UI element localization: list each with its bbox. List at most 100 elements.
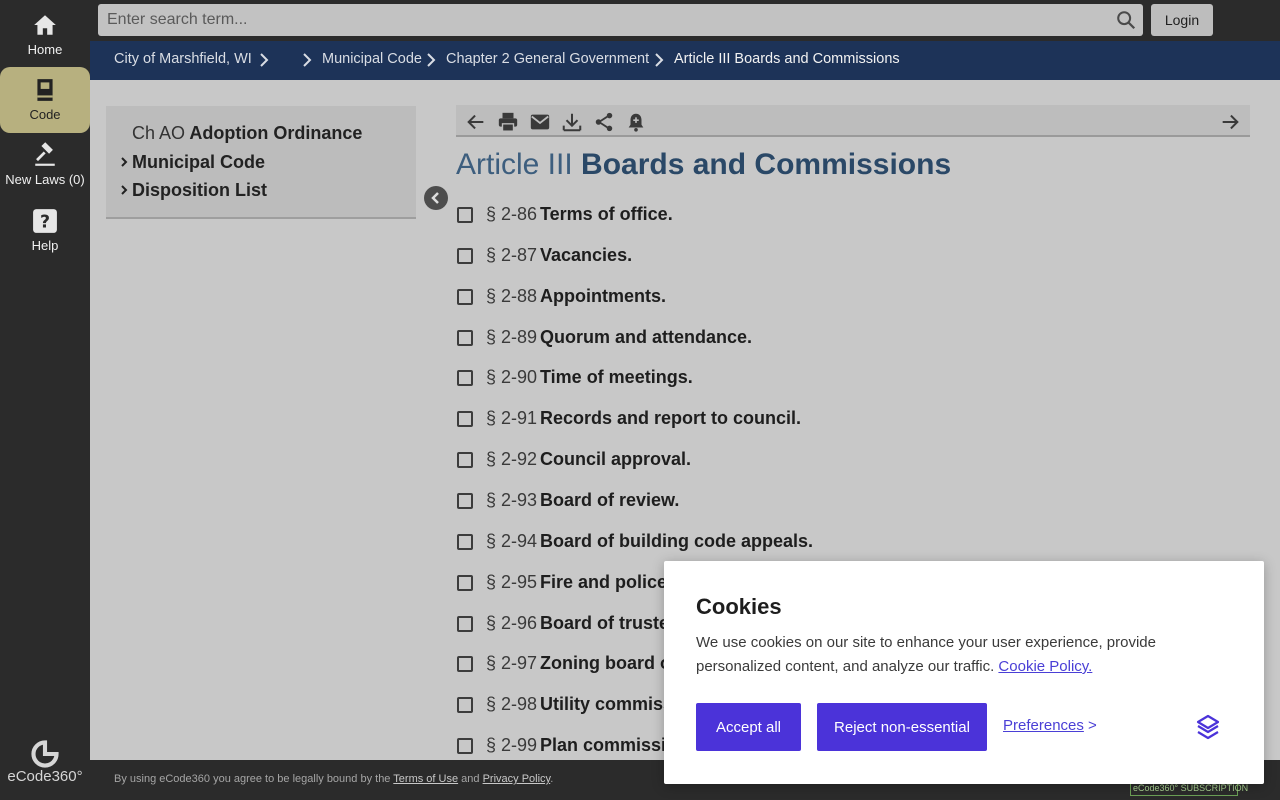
chevron-right-icon [121,157,128,167]
section-checkbox[interactable] [457,452,473,468]
section-title[interactable]: Appointments. [540,286,666,307]
notification-bell-icon[interactable] [625,111,647,133]
section-number: § 2-95 [486,572,538,592]
preferences-link[interactable]: Preferences > [1003,717,1097,734]
nav-home-label: Home [27,42,63,57]
article-title: Boards and Commissions [581,148,952,181]
nav-code[interactable]: Code [0,67,90,133]
toc-item-prefix: Ch AO [132,123,186,143]
breadcrumb-municipal-code[interactable]: Municipal Code [322,51,422,67]
search-icon[interactable] [1115,9,1137,31]
nav-help[interactable]: ? Help [0,198,90,264]
footer-and: and [461,773,480,785]
section-checkbox[interactable] [457,493,473,509]
section-checkbox[interactable] [457,248,473,264]
page-title: Article III Boards and Commissions [456,148,951,182]
collapse-toc-button[interactable] [424,186,448,210]
breadcrumb-city[interactable]: City of Marshfield, WI [114,51,252,67]
download-icon[interactable] [561,111,583,133]
section-title[interactable]: Quorum and attendance. [540,327,752,348]
chevron-left-icon [431,192,439,204]
section-title[interactable]: Board of truste [540,613,669,634]
search-input[interactable] [98,4,1143,36]
breadcrumb-article: Article III Boards and Commissions [674,51,900,67]
section-number: § 2-99 [486,735,538,755]
toc-item-municipal-code[interactable]: Municipal Code [120,152,265,173]
nav-new-laws[interactable]: New Laws (0) [0,132,90,198]
section-number: § 2-91 [486,408,538,428]
cookie-consent-dialog: Cookies We use cookies on our site to en… [664,561,1264,784]
login-button[interactable]: Login [1151,4,1213,36]
section-number: § 2-86 [486,204,538,224]
cookie-policy-link[interactable]: Cookie Policy. [998,658,1092,675]
cookie-body: We use cookies on our site to enhance yo… [696,631,1241,679]
section-number: § 2-92 [486,449,538,469]
footer-legal-text: By using eCode360 you agree to be legall… [114,773,554,785]
nav-help-label: Help [31,238,59,253]
section-title[interactable]: Terms of office. [540,204,673,225]
section-title[interactable]: Board of review. [540,490,679,511]
section-title[interactable]: Board of building code appeals. [540,531,813,552]
section-checkbox[interactable] [457,207,473,223]
toc-item-title: Adoption Ordinance [189,123,363,143]
section-checkbox[interactable] [457,697,473,713]
preferences-arrow: > [1088,717,1097,734]
section-checkbox[interactable] [457,616,473,632]
section-title[interactable]: Fire and police [540,572,667,593]
section-checkbox[interactable] [457,738,473,754]
section-number: § 2-98 [486,694,538,714]
section-title[interactable]: Zoning board o [540,653,671,674]
section-title[interactable]: Council approval. [540,449,691,470]
chevron-right-icon [260,53,269,67]
section-number: § 2-90 [486,367,538,387]
section-title[interactable]: Time of meetings. [540,367,693,388]
toc-item-disposition[interactable]: Disposition List [120,180,267,201]
section-title[interactable]: Records and report to council. [540,408,801,429]
email-icon[interactable] [529,111,551,133]
ecode360-logo[interactable]: eCode360° [0,740,90,785]
preferences-label: Preferences [1003,717,1084,734]
section-checkbox[interactable] [457,370,473,386]
consent-provider-logo-icon[interactable] [1194,713,1222,741]
section-title[interactable]: Vacancies. [540,245,632,266]
forward-arrow-icon[interactable] [1219,111,1241,133]
privacy-policy-link[interactable]: Privacy Policy [483,773,551,785]
section-number: § 2-96 [486,613,538,633]
section-title[interactable]: Plan commissio [540,735,677,756]
section-checkbox[interactable] [457,575,473,591]
nav-home[interactable]: Home [0,2,90,68]
breadcrumb-chapter[interactable]: Chapter 2 General Government [446,51,649,67]
section-checkbox[interactable] [457,330,473,346]
section-number: § 2-89 [486,327,538,347]
terms-of-use-link[interactable]: Terms of Use [393,773,458,785]
section-number: § 2-97 [486,653,538,673]
search-box[interactable] [98,4,1143,36]
toc-item-adoption[interactable]: Ch AO Adoption Ordinance [132,123,362,144]
section-checkbox[interactable] [457,289,473,305]
section-number: § 2-87 [486,245,538,265]
print-icon[interactable] [497,111,519,133]
share-icon[interactable] [593,111,615,133]
chevron-right-icon [655,53,664,67]
book-icon [37,79,53,101]
cookie-title: Cookies [696,594,782,619]
chevron-right-icon [427,53,436,67]
svg-text:?: ? [40,213,50,233]
back-arrow-icon[interactable] [465,111,487,133]
accept-all-button[interactable]: Accept all [696,703,801,751]
section-title[interactable]: Utility commiss [540,694,673,715]
gavel-icon [35,142,55,166]
toc-panel: Ch AO Adoption Ordinance Municipal Code … [106,106,416,219]
help-icon: ? [33,209,57,233]
content-toolbar [456,105,1250,137]
section-checkbox[interactable] [457,411,473,427]
reject-non-essential-button[interactable]: Reject non-essential [817,703,987,751]
section-checkbox[interactable] [457,534,473,550]
toc-item-label: Disposition List [132,180,267,200]
section-number: § 2-93 [486,490,538,510]
home-icon [34,15,56,35]
toc-item-label: Municipal Code [132,152,266,172]
section-checkbox[interactable] [457,656,473,672]
chevron-right-icon [303,53,312,67]
ecode-logo-icon [31,740,59,768]
